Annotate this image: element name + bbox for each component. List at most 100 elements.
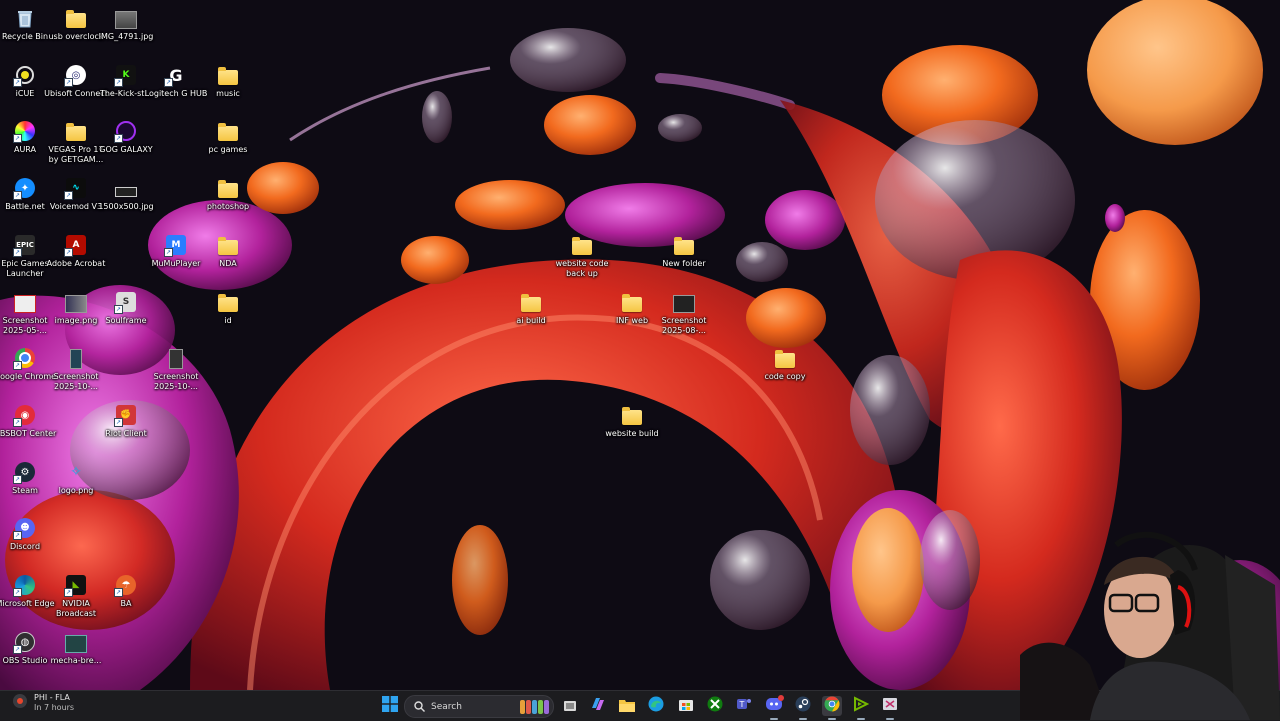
desktop-icon-label: mecha-bre... xyxy=(50,656,102,665)
desktop-icon-code-copy[interactable]: code copy xyxy=(752,345,818,382)
desktop-icon-soulframe[interactable]: S ↗ Soulframe xyxy=(93,289,159,326)
file-explorer-icon xyxy=(619,697,635,716)
edge-icon xyxy=(648,696,664,716)
copilot-button[interactable] xyxy=(588,696,608,716)
folder-icon xyxy=(774,347,796,369)
desktop-icon-screenshot-2025-10-a[interactable]: Screenshot 2025-10-... xyxy=(43,345,109,392)
desktop-icon-riot-client[interactable]: ✊ ↗ Riot Client xyxy=(93,402,159,439)
snipping-tool-icon xyxy=(882,696,898,716)
weather-widget[interactable]: PHI - FLA In 7 hours xyxy=(12,693,74,713)
image-file-icon xyxy=(673,291,695,313)
weather-text: PHI - FLA xyxy=(34,693,70,702)
file-explorer-button[interactable] xyxy=(617,696,637,716)
voicemod-icon: ∿ ↗ xyxy=(64,177,87,200)
image-file-icon: ✧ xyxy=(70,464,82,480)
taskbar-search-box[interactable]: Search xyxy=(404,695,554,718)
desktop-icon-gog-galaxy[interactable]: ↗ GOG GALAXY xyxy=(93,118,159,155)
edge-taskbar-button[interactable] xyxy=(646,696,666,716)
desktop-icon-label: OBSBOT Center xyxy=(0,429,57,438)
folder-icon xyxy=(217,234,239,256)
xbox-icon xyxy=(707,696,723,716)
microsoft-store-button[interactable] xyxy=(676,696,696,716)
desktop-icon-label: 1500x500.jpg xyxy=(98,202,154,211)
desktop-icon-label: Soulframe xyxy=(105,316,147,325)
desktop-icon-logo-png[interactable]: ✧ logo.png xyxy=(43,459,109,496)
desktop-icon-screenshot-2025-10-b[interactable]: Screenshot 2025-10-... xyxy=(143,345,209,392)
search-icon xyxy=(414,697,425,716)
ubisoft-connect-icon: ◎ ↗ xyxy=(64,64,87,87)
weather-subtext: In 7 hours xyxy=(34,703,75,712)
aura-icon: ↗ xyxy=(13,120,36,143)
steam-icon xyxy=(795,696,811,716)
image-file-icon xyxy=(115,177,137,199)
edge-icon: ↗ xyxy=(13,574,36,597)
desktop-icon-label: website code back up xyxy=(555,259,609,278)
desktop-icon-label: Screenshot 2025-08-... xyxy=(661,316,707,335)
desktop-icon-label: IMG_4791.jpg xyxy=(98,32,154,41)
desktop-icon-website-build[interactable]: website build xyxy=(599,402,665,439)
desktop-icon-label: code copy xyxy=(764,372,806,381)
desktop-icon-screenshot-2025-08[interactable]: Screenshot 2025-08-... xyxy=(651,289,717,336)
image-file-icon xyxy=(14,291,36,313)
desktop-icon-label: pc games xyxy=(208,145,248,154)
start-button[interactable] xyxy=(380,696,400,716)
nvidia-broadcast-icon xyxy=(853,696,870,716)
svg-text:T: T xyxy=(739,700,745,709)
desktop-icon-1500x500[interactable]: 1500x500.jpg xyxy=(93,175,159,212)
folder-icon xyxy=(65,7,87,29)
folder-icon xyxy=(217,120,239,142)
desktop-icon-label: NDA xyxy=(219,259,237,268)
teams-icon: T xyxy=(736,696,752,716)
nvidia-broadcast-icon: ◣ ↗ xyxy=(64,574,87,597)
folder-icon xyxy=(65,120,87,142)
epic-games-icon: EPIC ↗ xyxy=(13,234,36,257)
xbox-button[interactable] xyxy=(705,696,725,716)
desktop-icon-ba[interactable]: ☂ ↗ BA xyxy=(93,572,159,609)
ba-icon: ☂ ↗ xyxy=(114,574,137,597)
folder-icon xyxy=(621,291,643,313)
soulframe-icon: S ↗ xyxy=(114,291,137,314)
steam-icon: ⚙ ↗ xyxy=(13,461,36,484)
desktop-icon-label: GOG GALAXY xyxy=(99,145,153,154)
desktop-icon-pc-games[interactable]: pc games xyxy=(195,118,261,155)
nvidia-broadcast-taskbar-button[interactable] xyxy=(851,696,871,720)
desktop-icon-id[interactable]: id xyxy=(195,289,261,326)
teams-button[interactable]: T xyxy=(734,696,754,716)
folder-icon xyxy=(673,234,695,256)
desktop-icon-label: logo.png xyxy=(58,486,94,495)
folder-icon xyxy=(520,291,542,313)
desktop-icon-adobe-acrobat[interactable]: A ↗ Adobe Acrobat xyxy=(43,232,109,269)
desktop-icon-website-code-back-up[interactable]: website code back up xyxy=(549,232,615,279)
chrome-icon: ↗ xyxy=(13,347,36,370)
search-placeholder: Search xyxy=(431,701,462,712)
desktop-icon-mecha-break[interactable]: mecha-bre... xyxy=(43,629,109,666)
riot-client-icon: ✊ ↗ xyxy=(114,404,137,427)
desktop-icon-label: website build xyxy=(605,429,659,438)
desktop-icon-img-4791[interactable]: IMG_4791.jpg xyxy=(93,5,159,42)
image-file-icon xyxy=(115,7,137,29)
search-highlight-icon xyxy=(520,699,549,714)
desktop-icon-ai-build[interactable]: ai build xyxy=(498,289,564,326)
desktop-icon-music[interactable]: music xyxy=(195,62,261,99)
task-view-button[interactable] xyxy=(560,696,580,716)
desktop-icon-label: Adobe Acrobat xyxy=(46,259,106,268)
obs-studio-icon: ◍ ↗ xyxy=(13,631,36,654)
desktop-icon-new-folder[interactable]: New folder xyxy=(651,232,717,269)
desktop-icon-photoshop[interactable]: photoshop xyxy=(195,175,261,212)
chrome-icon xyxy=(824,696,840,716)
desktop-icon-label: ai build xyxy=(516,316,546,325)
desktop-icon-label: New folder xyxy=(662,259,706,268)
desktop-icon-obsbot-center[interactable]: ◉↗ OBSBOT Center xyxy=(0,402,58,439)
icue-icon: ↗ xyxy=(13,64,36,87)
chrome-taskbar-button[interactable] xyxy=(822,696,842,720)
discord-icon: ☻ ↗ xyxy=(13,517,36,540)
snipping-tool-taskbar-button[interactable] xyxy=(880,696,900,720)
discord-taskbar-button[interactable] xyxy=(764,695,784,720)
desktop-icon-label: Discord xyxy=(9,542,41,551)
desktop-icon-nda[interactable]: NDA xyxy=(195,232,261,269)
steam-taskbar-button[interactable] xyxy=(793,696,813,720)
desktop-icon-discord[interactable]: ☻ ↗ Discord xyxy=(0,515,58,552)
desktop-icon-label: id xyxy=(224,316,232,325)
folder-icon xyxy=(571,234,593,256)
desktop-icon-label: Riot Client xyxy=(105,429,147,438)
